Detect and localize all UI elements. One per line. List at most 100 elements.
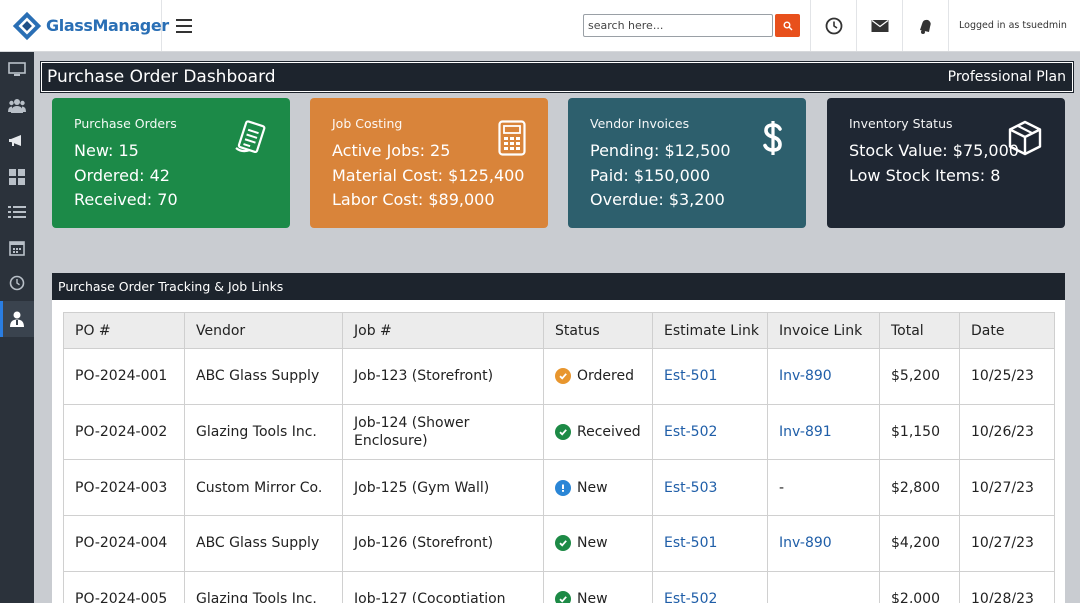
brand[interactable]: GlassManager xyxy=(0,0,169,51)
column-header-total[interactable]: Total xyxy=(879,312,960,349)
column-header-status[interactable]: Status xyxy=(543,312,653,349)
check-circle-icon xyxy=(555,591,571,603)
estimate-link[interactable]: Est-502 xyxy=(664,591,717,603)
order-total: $2,800 xyxy=(879,459,960,517)
invoice-link[interactable]: Inv-890 xyxy=(779,368,832,384)
logo-icon xyxy=(10,9,44,43)
card-line: Paid: $150,000 xyxy=(590,165,711,185)
job-costing-card[interactable]: Job Costing Active Jobs: 25 Material Cos… xyxy=(310,98,548,228)
column-header-date[interactable]: Date xyxy=(959,312,1055,349)
estimate-cell: Est-503 xyxy=(652,459,768,517)
sidebar-item-customers[interactable] xyxy=(0,88,34,124)
top-bar: GlassManager Logged in as tsuedmin xyxy=(0,0,1080,52)
purchase-orders-card[interactable]: Purchase Orders New: 15 Ordered: 42 Rece… xyxy=(52,98,290,228)
invoice-cell: Inv-890 xyxy=(767,348,880,405)
estimate-cell: Est-502 xyxy=(652,403,768,461)
search-button[interactable] xyxy=(775,14,800,37)
envelope-icon xyxy=(871,19,888,32)
column-header-vendor[interactable]: Vendor xyxy=(184,312,343,349)
plan-label: Professional Plan xyxy=(947,69,1066,85)
info-circle-icon xyxy=(555,479,571,496)
user-label[interactable]: Logged in as tsuedmin xyxy=(948,0,1080,51)
box-icon xyxy=(1007,120,1043,160)
order-total: $2,000 xyxy=(879,570,960,603)
card-line: Low Stock Items: 8 xyxy=(849,165,1001,185)
brand-name: GlassManager xyxy=(46,16,169,35)
bell-icon xyxy=(919,19,931,34)
table-row[interactable]: PO-2024-004 ABC Glass Supply Job-126 (St… xyxy=(63,515,1055,572)
column-header-job[interactable]: Job # xyxy=(342,312,544,349)
card-line: Received: 70 xyxy=(74,190,178,209)
page-title: Purchase Order Dashboard xyxy=(47,67,276,87)
status-cell: Ordered xyxy=(543,348,653,405)
tracking-table-wrapper: PO # Vendor Job # Status Estimate Link I… xyxy=(63,312,1055,603)
job-number: Job-124 (Shower Enclosure) xyxy=(342,403,544,461)
card-line: Labor Cost: $89,000 xyxy=(332,190,495,209)
po-number: PO-2024-003 xyxy=(63,459,185,517)
job-number: Job-123 (Storefront) xyxy=(342,348,544,405)
panel-title: Purchase Order Tracking & Job Links xyxy=(52,273,1065,300)
estimate-link[interactable]: Est-501 xyxy=(664,368,717,384)
order-total: $4,200 xyxy=(879,515,960,572)
sidebar-item-account[interactable] xyxy=(0,301,34,337)
invoice-link[interactable]: Inv-891 xyxy=(779,424,832,440)
table-header-row: PO # Vendor Job # Status Estimate Link I… xyxy=(63,312,1055,349)
history-button[interactable] xyxy=(810,0,856,51)
sidebar-item-history[interactable] xyxy=(0,266,34,302)
order-date: 10/27/23 xyxy=(959,515,1055,572)
user-icon xyxy=(10,311,24,327)
sidebar-item-modules[interactable] xyxy=(0,159,34,195)
invoice-cell: Inv-890 xyxy=(767,515,880,572)
vendor-name: ABC Glass Supply xyxy=(184,515,343,572)
calculator-icon xyxy=(498,120,526,160)
status-label: New xyxy=(577,479,608,496)
hamburger-icon xyxy=(176,17,192,35)
order-total: $1,150 xyxy=(879,403,960,461)
status-cell: Received xyxy=(543,403,653,461)
order-date: 10/28/23 xyxy=(959,570,1055,603)
status-label: Received xyxy=(577,424,641,441)
inventory-status-card[interactable]: Inventory Status Stock Value: $75,000 Lo… xyxy=(827,98,1065,228)
estimate-link[interactable]: Est-501 xyxy=(664,535,717,551)
sidebar-item-calendar[interactable] xyxy=(0,230,34,266)
table-row[interactable]: PO-2024-002 Glazing Tools Inc. Job-124 (… xyxy=(63,403,1055,461)
ordered-status-icon xyxy=(555,368,571,385)
users-icon xyxy=(8,98,26,113)
invoice-link[interactable]: Inv-890 xyxy=(779,535,832,551)
table-row[interactable]: PO-2024-005 Glazing Tools Inc. Job-127 (… xyxy=(63,570,1055,603)
search-input[interactable] xyxy=(583,14,773,37)
column-header-estimate[interactable]: Estimate Link xyxy=(652,312,768,349)
estimate-link[interactable]: Est-503 xyxy=(664,480,717,496)
column-header-po[interactable]: PO # xyxy=(63,312,185,349)
messages-button[interactable] xyxy=(856,0,902,51)
tracking-table: PO # Vendor Job # Status Estimate Link I… xyxy=(63,312,1055,603)
sidebar-item-marketing[interactable] xyxy=(0,123,34,159)
sidebar-item-dashboard[interactable] xyxy=(0,52,34,88)
sidebar-item-lists[interactable] xyxy=(0,194,34,230)
job-number: Job-127 (Cocoptiation xyxy=(342,570,544,603)
megaphone-icon xyxy=(9,134,21,146)
job-number: Job-126 (Storefront) xyxy=(342,515,544,572)
sidebar xyxy=(0,52,34,603)
calendar-icon xyxy=(9,240,25,256)
status-label: New xyxy=(577,591,608,603)
grid-icon xyxy=(9,168,25,185)
job-number: Job-125 (Gym Wall) xyxy=(342,459,544,517)
summary-cards: Purchase Orders New: 15 Ordered: 42 Rece… xyxy=(52,98,1066,228)
estimate-link[interactable]: Est-502 xyxy=(664,424,717,440)
main-content: Purchase Order Dashboard Professional Pl… xyxy=(34,52,1080,603)
dollar-icon xyxy=(762,120,784,160)
page-header: Purchase Order Dashboard Professional Pl… xyxy=(40,61,1074,93)
notifications-button[interactable] xyxy=(902,0,948,51)
column-header-invoice[interactable]: Invoice Link xyxy=(767,312,880,349)
menu-toggle-button[interactable] xyxy=(162,0,206,51)
clipboard-icon xyxy=(234,120,268,158)
status-label: New xyxy=(577,535,608,552)
vendor-invoices-card[interactable]: Vendor Invoices Pending: $12,500 Paid: $… xyxy=(568,98,806,228)
table-row[interactable]: PO-2024-001 ABC Glass Supply Job-123 (St… xyxy=(63,348,1055,405)
table-row[interactable]: PO-2024-003 Custom Mirror Co. Job-125 (G… xyxy=(63,459,1055,517)
po-number: PO-2024-004 xyxy=(63,515,185,572)
tracking-panel: Purchase Order Tracking & Job Links PO #… xyxy=(52,273,1065,603)
list-icon xyxy=(8,205,26,218)
